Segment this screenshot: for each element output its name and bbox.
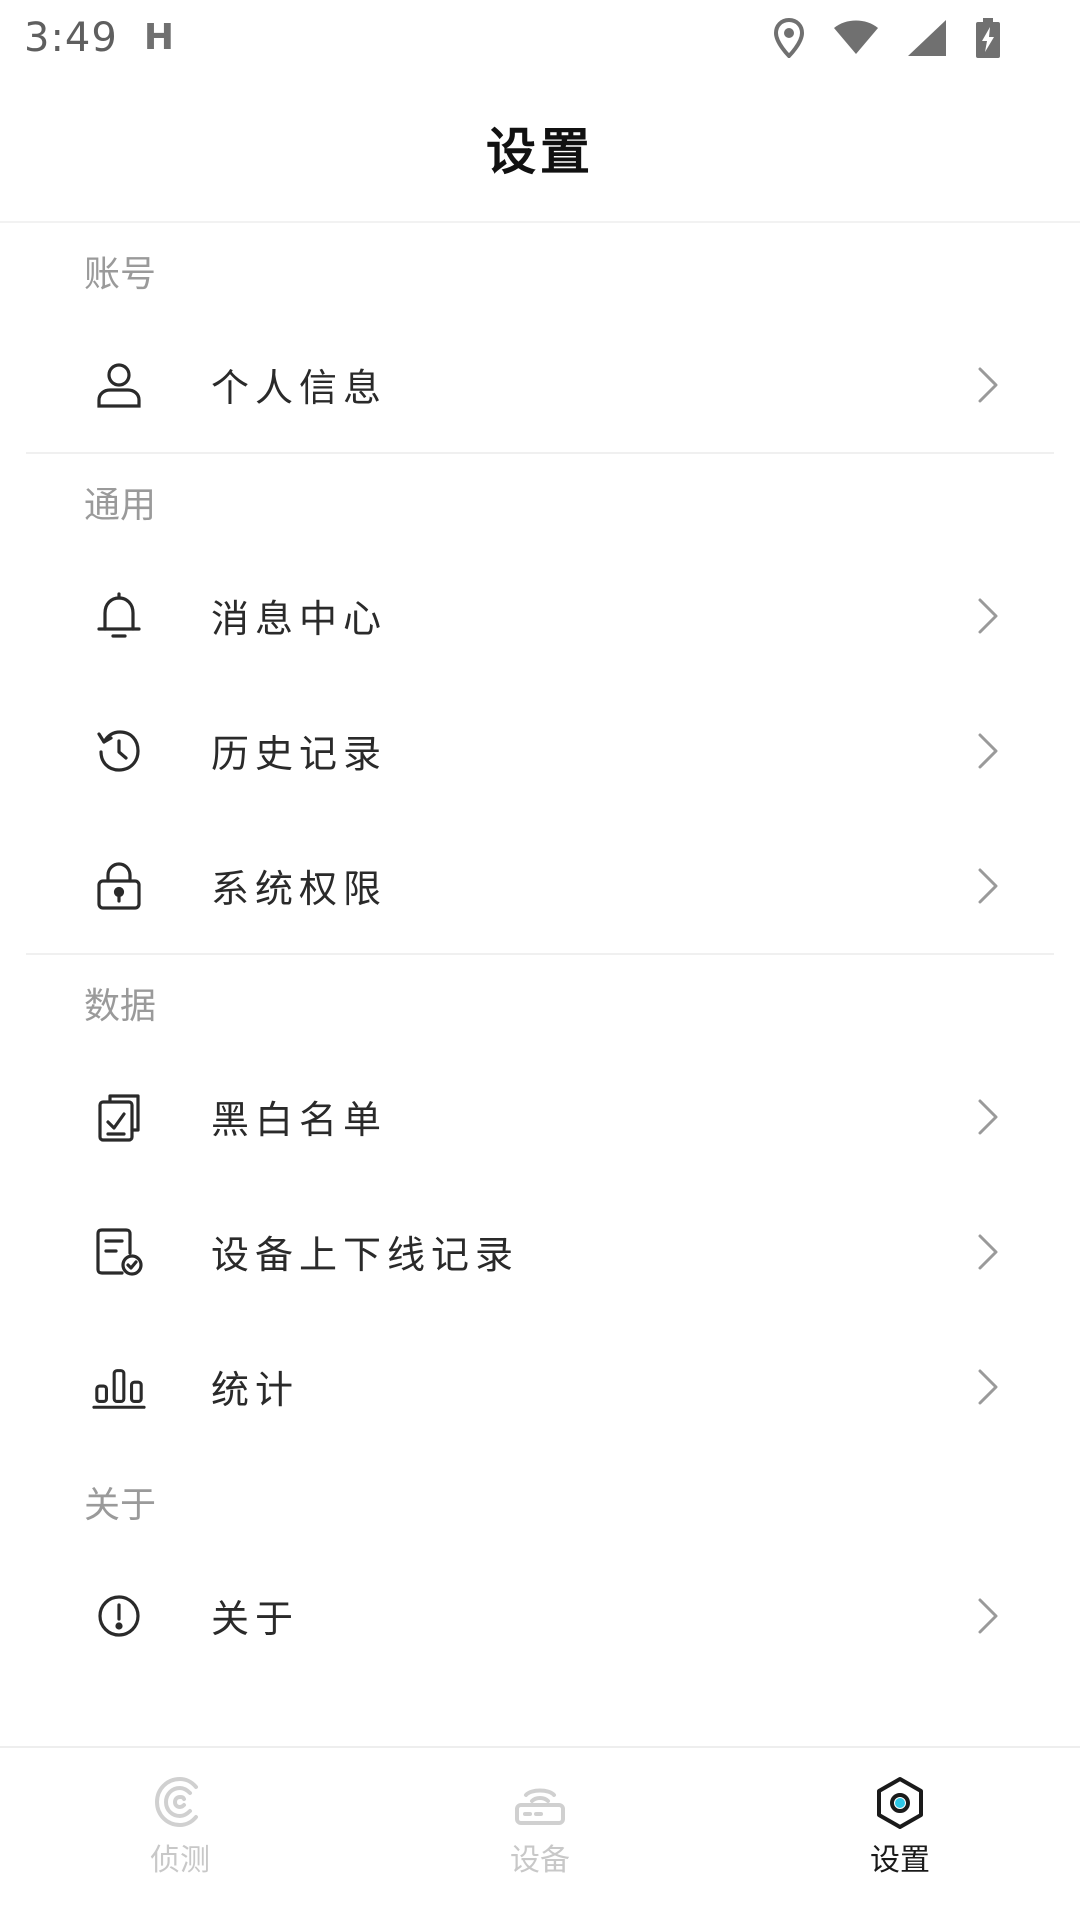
status-time: 3:49 (24, 14, 118, 61)
section-label-about: 关于 (84, 1485, 157, 1526)
list-item-about[interactable]: 关于 (0, 1548, 1080, 1683)
list-item-label: 设备上下线记录 (211, 1233, 520, 1277)
list-item-label: 历史记录 (211, 732, 388, 776)
tab-detect[interactable]: 侦测 (0, 1748, 360, 1920)
list-item-message-center[interactable]: 消息中心 (0, 548, 1080, 683)
list-item-personal-info[interactable]: 个人信息 (0, 317, 1080, 452)
checklist-icon (92, 1090, 146, 1144)
bar-chart-icon (92, 1360, 146, 1414)
chevron-right-icon (978, 367, 998, 402)
status-bar: 3:49 H (0, 0, 1080, 75)
list-item-label: 个人信息 (211, 366, 388, 410)
lock-icon (92, 859, 146, 913)
history-icon (92, 724, 146, 778)
list-item-blacklist-whitelist[interactable]: 黑白名单 (0, 1049, 1080, 1184)
section-label-general: 通用 (84, 485, 157, 526)
list-item-label: 统计 (211, 1368, 300, 1412)
screen: 3:49 H 设置 账号 个人信息 通用 消息中心 历史记录 系统权限 数据 黑… (0, 0, 1080, 1920)
tab-label: 设置 (870, 1843, 930, 1878)
list-item-label: 黑白名单 (211, 1098, 388, 1142)
tab-label: 侦测 (150, 1843, 210, 1878)
detect-icon (154, 1776, 198, 1828)
list-item-label: 关于 (211, 1597, 300, 1641)
chevron-right-icon (978, 1234, 998, 1269)
user-icon (92, 358, 146, 412)
list-item-label: 消息中心 (211, 597, 388, 641)
chevron-right-icon (978, 733, 998, 768)
info-icon (92, 1589, 146, 1643)
chevron-right-icon (978, 868, 998, 903)
list-item-device-online-records[interactable]: 设备上下线记录 (0, 1184, 1080, 1319)
list-item-system-permissions[interactable]: 系统权限 (0, 818, 1080, 953)
page-title: 设置 (486, 123, 594, 181)
list-item-history[interactable]: 历史记录 (0, 683, 1080, 818)
app-header: 设置 (0, 75, 1080, 223)
settings-list: 账号 个人信息 通用 消息中心 历史记录 系统权限 数据 黑白名单 设备上下线记… (0, 223, 1080, 1683)
location-icon (774, 17, 804, 58)
settings-hexagon-icon (877, 1777, 923, 1829)
tab-devices[interactable]: 设备 (360, 1748, 720, 1920)
bottom-nav: 侦测 设备 设置 (0, 1746, 1080, 1920)
chevron-right-icon (978, 1099, 998, 1134)
chevron-right-icon (978, 1598, 998, 1633)
bell-icon (92, 589, 146, 643)
signal-icon (908, 19, 946, 56)
chevron-right-icon (978, 598, 998, 633)
tab-label: 设备 (510, 1843, 570, 1878)
section-label-data: 数据 (84, 986, 157, 1027)
chevron-right-icon (978, 1369, 998, 1404)
battery-charging-icon (976, 17, 1000, 58)
list-item-label: 系统权限 (211, 867, 388, 911)
wifi-icon (834, 20, 878, 56)
tab-settings[interactable]: 设置 (720, 1748, 1080, 1920)
device-record-icon (92, 1225, 146, 1279)
section-label-account: 账号 (84, 254, 157, 295)
network-type-indicator: H (143, 17, 174, 58)
list-item-statistics[interactable]: 统计 (0, 1319, 1080, 1454)
router-icon (515, 1788, 565, 1825)
